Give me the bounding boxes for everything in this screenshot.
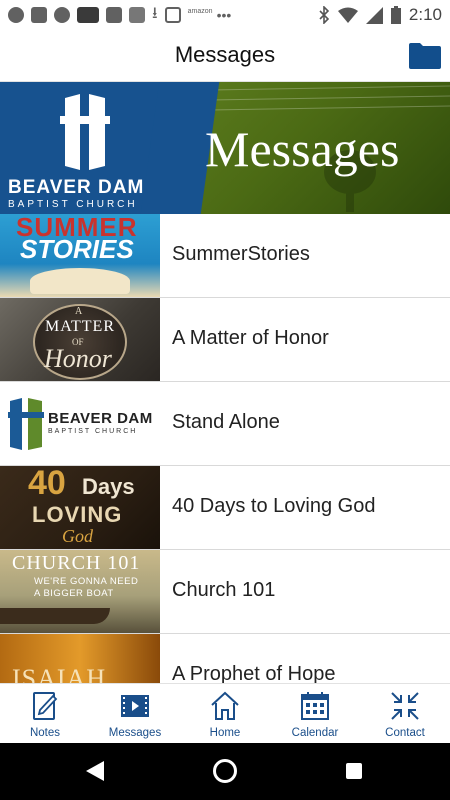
thumb-title-4: God: [62, 526, 93, 546]
thumb-title-4: Honor: [44, 344, 112, 373]
book-texture: [210, 85, 450, 111]
series-title: Stand Alone: [172, 411, 280, 433]
contact-icon: [391, 692, 419, 720]
news-icon: [77, 7, 99, 23]
calendar-icon: [301, 692, 329, 720]
boat-illustration: [0, 608, 110, 624]
video-icon: [121, 695, 149, 717]
thumb-title-2: WE'RE GONNA NEED: [34, 576, 139, 587]
app-icon: [129, 7, 145, 23]
list-item[interactable]: A MATTER OF Honor A Matter of Honor: [0, 298, 450, 382]
tab-notes[interactable]: Notes: [0, 684, 90, 743]
tab-label: Calendar: [291, 727, 339, 739]
tab-label: Notes: [29, 727, 61, 739]
system-nav-bar: [0, 743, 450, 800]
tab-label: Contact: [385, 727, 425, 739]
app-bar: Messages: [0, 30, 450, 82]
series-thumbnail: SUMMER STORIES: [0, 214, 160, 297]
thumb-title-1: BEAVER DAM: [48, 410, 153, 427]
thumb-title-3: LOVING: [32, 502, 123, 527]
bottom-tab-bar: Notes Messages Home Calendar Contact: [0, 683, 450, 743]
facebook-icon: [31, 7, 47, 23]
mail-icon: [164, 7, 181, 23]
list-item[interactable]: 40 Days LOVING God 40 Days to Loving God: [0, 466, 450, 550]
series-title: Church 101: [172, 579, 276, 601]
more-icon: •••: [216, 7, 232, 23]
series-title: A Matter of Honor: [172, 327, 329, 349]
folder-icon[interactable]: [408, 42, 442, 70]
book-illustration: [30, 268, 130, 294]
series-thumbnail: CHURCH 101 WE'RE GONNA NEED A BIGGER BOA…: [0, 550, 160, 633]
series-thumbnail: BEAVER DAM BAPTIST CHURCH: [0, 382, 160, 465]
back-icon[interactable]: [86, 761, 104, 781]
thumb-title-2: Days: [82, 474, 135, 499]
status-bar: ⭳ amazon ••• 2:10: [0, 0, 450, 30]
series-thumbnail: 40 Days LOVING God: [0, 466, 160, 549]
tab-contact[interactable]: Contact: [360, 684, 450, 743]
series-list: SUMMER STORIES SummerStories A MATTER OF…: [0, 214, 450, 683]
messages-banner: BEAVER DAM BAPTIST CHURCH Messages: [0, 82, 450, 214]
slack-icon: [54, 7, 70, 23]
series-title: A Prophet of Hope: [172, 663, 336, 683]
thumb-title-1: A: [75, 306, 83, 317]
tab-calendar[interactable]: Calendar: [270, 684, 360, 743]
notes-icon: [33, 692, 58, 720]
series-title: 40 Days to Loving God: [172, 495, 376, 517]
thumb-title-2: MATTER: [45, 318, 115, 335]
tab-label: Home: [209, 727, 241, 739]
page-title: Messages: [174, 42, 276, 67]
series-thumbnail: ISAIAH: [0, 634, 160, 683]
bluetooth-icon: [319, 6, 330, 24]
battery-icon: [390, 6, 401, 24]
home-icon: [211, 691, 239, 720]
church-logo-icon: [8, 398, 44, 450]
spotify-icon: [8, 7, 24, 23]
clipboard-icon: [106, 7, 122, 23]
tab-messages[interactable]: Messages: [90, 684, 180, 743]
recent-apps-button[interactable]: [346, 763, 362, 779]
series-title: SummerStories: [172, 243, 310, 265]
church-logo-icon: [60, 94, 110, 170]
church-subtitle: BAPTIST CHURCH: [8, 199, 138, 210]
status-time: 2:10: [408, 5, 442, 24]
signal-icon: [365, 6, 383, 24]
tab-home[interactable]: Home: [180, 684, 270, 743]
tab-label: Messages: [108, 727, 162, 739]
notification-icons: ⭳ amazon •••: [8, 2, 231, 29]
thumb-title-2: BAPTIST CHURCH: [48, 428, 138, 435]
thumb-title-1: 40: [28, 466, 66, 502]
list-item[interactable]: ISAIAH A Prophet of Hope: [0, 634, 450, 683]
home-button[interactable]: [213, 759, 237, 783]
thumb-title-3: A BIGGER BOAT: [34, 588, 114, 599]
banner-title: Messages: [205, 121, 400, 177]
thumb-title-1: CHURCH 101: [12, 552, 141, 574]
amazon-icon: amazon: [187, 8, 213, 15]
series-thumbnail: A MATTER OF Honor: [0, 298, 160, 381]
list-item[interactable]: BEAVER DAM BAPTIST CHURCH Stand Alone: [0, 382, 450, 466]
thumb-title-1: ISAIAH: [12, 664, 107, 683]
church-name: BEAVER DAM: [8, 177, 145, 198]
list-item[interactable]: CHURCH 101 WE'RE GONNA NEED A BIGGER BOA…: [0, 550, 450, 634]
wifi-icon: [337, 7, 358, 23]
download-icon: ⭳: [152, 4, 158, 22]
list-item[interactable]: SUMMER STORIES SummerStories: [0, 214, 450, 298]
thumb-title-2: STORIES: [20, 234, 134, 264]
